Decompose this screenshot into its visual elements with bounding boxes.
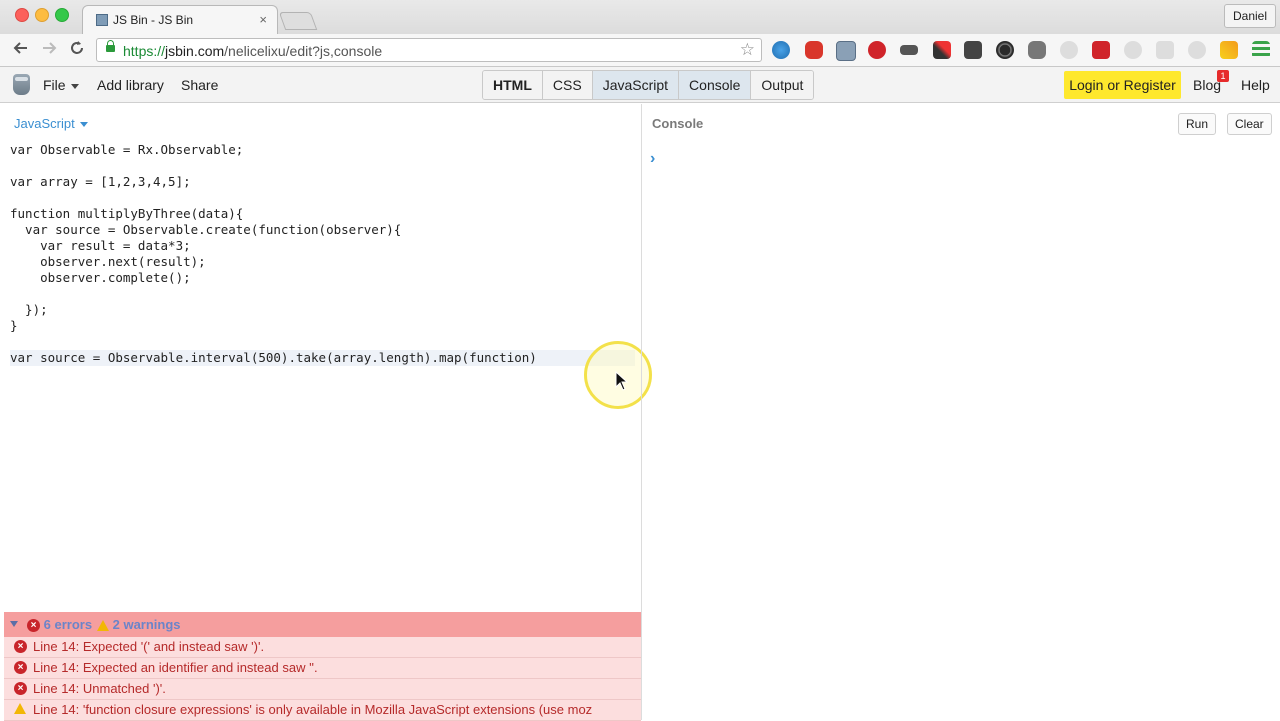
- help-link[interactable]: Help: [1241, 77, 1270, 93]
- collapse-arrow-icon[interactable]: [10, 621, 18, 627]
- m-extension-icon[interactable]: [1188, 41, 1206, 59]
- angular-dev-extension-icon[interactable]: [1156, 41, 1174, 59]
- mouse-pointer-icon: [615, 370, 629, 396]
- lint-message-list: × Line 14: Expected '(' and instead saw …: [4, 637, 641, 721]
- globe-extension-icon[interactable]: [772, 41, 790, 59]
- code-line: var array = [1,2,3,4,5];: [10, 174, 191, 189]
- lint-summary-bar[interactable]: × 6 errors 2 warnings: [4, 612, 641, 637]
- code-line: });: [10, 302, 48, 317]
- hand-extension-icon[interactable]: [805, 41, 823, 59]
- code-line: observer.next(result);: [10, 254, 206, 269]
- editor-language-dropdown[interactable]: JavaScript: [14, 116, 88, 131]
- maximize-window-button[interactable]: [55, 8, 69, 22]
- file-menu[interactable]: File: [43, 77, 79, 93]
- run-button[interactable]: Run: [1178, 113, 1217, 135]
- panel-javascript-button[interactable]: JavaScript: [592, 71, 680, 99]
- panel-splitter[interactable]: [641, 104, 642, 720]
- code-line: function multiplyByThree(data){: [10, 206, 244, 221]
- error-icon: ×: [14, 682, 27, 695]
- film-extension-icon[interactable]: [964, 41, 982, 59]
- code-line: }: [10, 318, 18, 333]
- lint-message[interactable]: × Line 14: Expected an identifier and in…: [4, 658, 641, 679]
- warning-count: 2 warnings: [97, 617, 181, 632]
- reload-icon[interactable]: [67, 39, 87, 62]
- tab-close-icon[interactable]: ×: [259, 12, 267, 27]
- console-prompt-icon[interactable]: ›: [650, 150, 655, 168]
- lint-message[interactable]: × Line 14: Unmatched ')'.: [4, 679, 641, 700]
- angular-extension-icon[interactable]: [1028, 41, 1046, 59]
- news-extension-icon[interactable]: [836, 41, 856, 61]
- console-title: Console: [652, 116, 704, 131]
- share-menu[interactable]: Share: [181, 77, 218, 93]
- warning-icon: [14, 703, 26, 714]
- blog-notification-badge: 1: [1217, 70, 1229, 82]
- error-icon: ×: [14, 661, 27, 674]
- forward-arrow-icon[interactable]: [39, 39, 59, 62]
- panel-toggle-group: HTML CSS JavaScript Console Output: [482, 70, 815, 100]
- code-line: observer.complete();: [10, 270, 191, 285]
- lint-message[interactable]: × Line 14: Expected '(' and instead saw …: [4, 637, 641, 658]
- new-tab-button[interactable]: [278, 12, 318, 30]
- react-extension-icon[interactable]: [1124, 41, 1142, 59]
- pencil-extension-icon[interactable]: [1220, 41, 1238, 59]
- jsbin-favicon-icon: [96, 14, 108, 26]
- graduation-cap-extension-icon[interactable]: [900, 45, 918, 55]
- jsbin-logo-icon[interactable]: [13, 74, 30, 95]
- panel-html-button[interactable]: HTML: [483, 71, 543, 99]
- login-register-button[interactable]: Login or Register: [1064, 71, 1181, 99]
- error-icon: ×: [27, 619, 40, 633]
- browser-tab-strip: JS Bin - JS Bin × Daniel: [0, 0, 1280, 34]
- profile-button[interactable]: Daniel: [1224, 4, 1276, 28]
- url-text[interactable]: https://jsbin.com/nelicelixu/edit?js,con…: [123, 43, 382, 59]
- warning-icon: [97, 620, 109, 632]
- eyedropper-extension-icon[interactable]: [933, 41, 951, 59]
- add-library-menu[interactable]: Add library: [97, 77, 164, 93]
- browser-tab-jsbin[interactable]: JS Bin - JS Bin ×: [82, 5, 278, 34]
- panel-css-button[interactable]: CSS: [542, 71, 593, 99]
- adblock-extension-icon[interactable]: [868, 41, 886, 59]
- javascript-editor[interactable]: JavaScript var Observable = Rx.Observabl…: [4, 104, 641, 612]
- lint-message[interactable]: Line 14: 'function closure expressions' …: [4, 700, 641, 721]
- address-bar[interactable]: https://jsbin.com/nelicelixu/edit?js,con…: [96, 38, 762, 62]
- code-line: var result = data*3;: [10, 238, 191, 253]
- code-line: var Observable = Rx.Observable;: [10, 142, 244, 157]
- camera-extension-icon[interactable]: [996, 41, 1014, 59]
- error-count: × 6 errors: [27, 617, 92, 633]
- clear-button[interactable]: Clear: [1227, 113, 1272, 135]
- lock-icon: [106, 40, 115, 52]
- panel-console-button[interactable]: Console: [679, 71, 752, 99]
- tab-title: JS Bin - JS Bin: [113, 13, 194, 27]
- code-line: var source = Observable.interval(500).ta…: [10, 350, 537, 365]
- panel-output-button[interactable]: Output: [751, 71, 814, 99]
- menu-extension-icon[interactable]: [1252, 41, 1270, 59]
- back-arrow-icon[interactable]: [11, 39, 31, 62]
- media-extension-icon[interactable]: [1092, 41, 1110, 59]
- close-window-button[interactable]: [15, 8, 29, 22]
- minimize-window-button[interactable]: [35, 8, 49, 22]
- code-line: var source = Observable.create(function(…: [10, 222, 402, 237]
- error-icon: ×: [14, 640, 27, 653]
- code-area[interactable]: var Observable = Rx.Observable; var arra…: [10, 142, 537, 366]
- bookmark-star-icon[interactable]: ☆: [740, 40, 755, 60]
- sync-extension-icon[interactable]: [1060, 41, 1078, 59]
